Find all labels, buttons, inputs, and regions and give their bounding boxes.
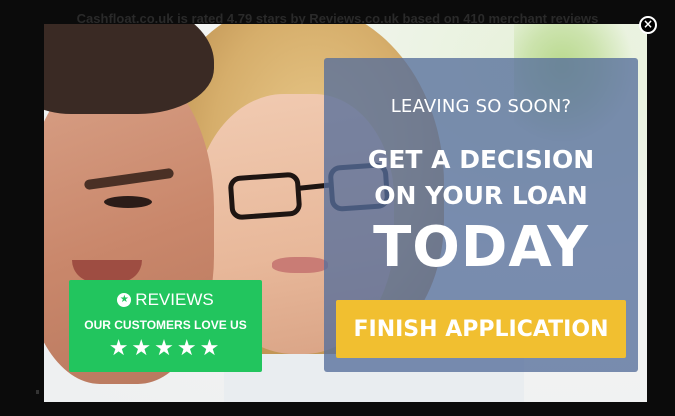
reviews-tagline: OUR CUSTOMERS LOVE US — [84, 318, 247, 332]
star-rating-icon: ★★★★★ — [108, 336, 223, 361]
headline-emphasis: TODAY — [373, 215, 589, 280]
finish-application-button[interactable]: FINISH APPLICATION — [336, 300, 626, 358]
background-marker — [36, 390, 39, 394]
reviews-brand: ★ REVIEWS — [69, 290, 262, 310]
star-circle-icon: ★ — [117, 293, 132, 307]
eyebrow-text: LEAVING SO SOON? — [390, 96, 572, 117]
headline-line-2: ON YOUR LOAN — [374, 181, 588, 210]
cta-panel: LEAVING SO SOON? GET A DECISION ON YOUR … — [324, 58, 638, 372]
reviews-badge[interactable]: ★ REVIEWS OUR CUSTOMERS LOVE US ★★★★★ — [69, 280, 262, 372]
exit-intent-modal: LEAVING SO SOON? GET A DECISION ON YOUR … — [44, 24, 647, 402]
close-icon[interactable]: × — [639, 16, 657, 34]
reviews-brand-label: REVIEWS — [135, 290, 214, 309]
headline: GET A DECISION ON YOUR LOAN — [324, 142, 638, 214]
headline-line-1: GET A DECISION — [367, 145, 595, 174]
